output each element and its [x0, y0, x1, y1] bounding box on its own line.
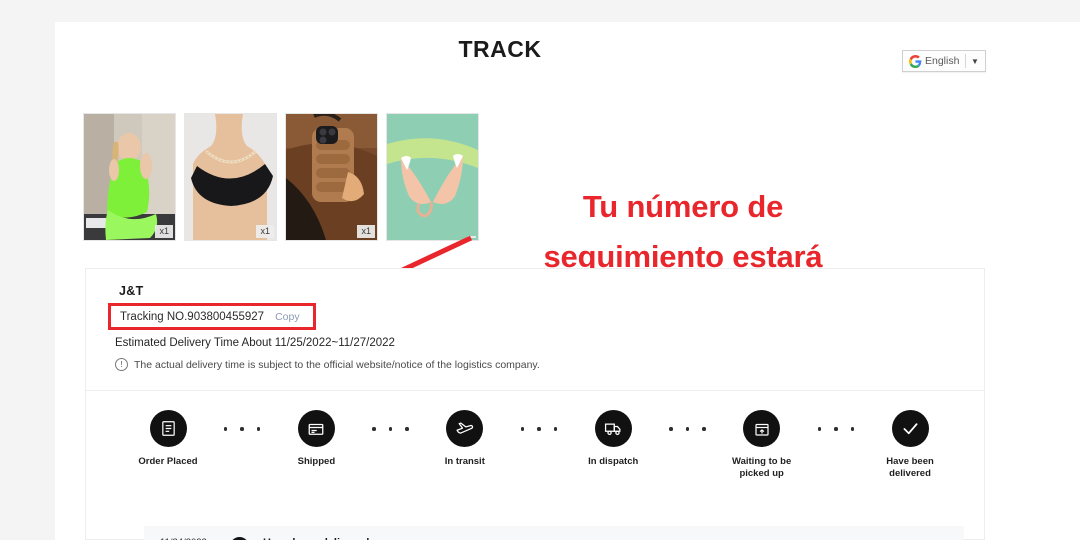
history-row: 11/24/2022 13:57 Have been delivered has… [160, 536, 450, 540]
history-title: Have been delivered [263, 536, 450, 540]
history-date: 11/24/2022 [160, 536, 222, 540]
step-in-transit[interactable]: In transit [417, 410, 513, 468]
history-text: Have been delivered has been received. r… [263, 536, 450, 540]
delivery-notice-text: The actual delivery time is subject to t… [134, 358, 540, 371]
step-shipped[interactable]: Shipped [268, 410, 364, 468]
page-card: TRACK English ▼ x1 x1 x1 Tu número de se… [55, 22, 1080, 540]
chevron-down-icon[interactable]: ▼ [966, 51, 983, 71]
tracking-number: Tracking NO.903800455927 [120, 311, 265, 323]
step-connector-dots [513, 427, 565, 431]
product-thumbnail[interactable] [386, 113, 479, 241]
delivery-notice: ! The actual delivery time is subject to… [115, 358, 540, 371]
tracking-number-row: Tracking NO.903800455927 Copy [114, 307, 306, 327]
step-label: Shipped [297, 456, 336, 467]
history-datetime: 11/24/2022 13:57 [160, 536, 222, 540]
step-connector-dots [661, 427, 713, 431]
product-thumbnail-row: x1 x1 x1 [83, 113, 479, 241]
progress-steps: Order Placed Shipped In transit In dispa… [120, 410, 958, 480]
step-label: In transit [444, 456, 485, 467]
product-thumbnail[interactable]: x1 [184, 113, 277, 241]
product-thumbnail[interactable]: x1 [285, 113, 378, 241]
package-box-icon [297, 410, 335, 447]
estimated-delivery-time: Estimated Delivery Time About 11/25/2022… [115, 337, 395, 349]
step-connector-dots [364, 427, 416, 431]
pickup-box-icon [743, 410, 781, 447]
step-label: Waiting to be picked up [731, 456, 792, 479]
google-g-icon [905, 51, 925, 71]
step-delivered[interactable]: Have been delivered [862, 410, 958, 480]
language-label: English [925, 55, 960, 67]
delivery-truck-icon [594, 410, 632, 447]
airplane-icon [446, 410, 484, 447]
step-label: Have been delivered [886, 456, 934, 479]
check-mark-icon [891, 410, 929, 447]
step-connector-dots [810, 427, 862, 431]
step-connector-dots [216, 427, 268, 431]
product-quantity: x1 [256, 225, 274, 238]
step-waiting-pickup[interactable]: Waiting to be picked up [714, 410, 810, 480]
product-quantity: x1 [357, 225, 375, 238]
product-quantity: x1 [155, 225, 173, 238]
step-order-placed[interactable]: Order Placed [120, 410, 216, 468]
delivery-history-panel: 11/24/2022 13:57 Have been delivered has… [144, 526, 964, 540]
copy-button[interactable]: Copy [275, 311, 300, 323]
step-label: In dispatch [588, 456, 639, 467]
step-label: Order Placed [138, 456, 198, 467]
carrier-name: J&T [119, 284, 144, 298]
step-in-dispatch[interactable]: In dispatch [565, 410, 661, 468]
product-thumbnail[interactable]: x1 [83, 113, 176, 241]
language-selector[interactable]: English ▼ [902, 50, 987, 72]
annotation-line-1: Tu número de [582, 189, 784, 224]
divider [86, 390, 984, 391]
page-title: TRACK [458, 36, 542, 62]
tracking-card: J&T Tracking NO.903800455927 Copy Estima… [85, 268, 985, 540]
info-icon: ! [115, 358, 128, 371]
order-document-icon [149, 410, 187, 447]
